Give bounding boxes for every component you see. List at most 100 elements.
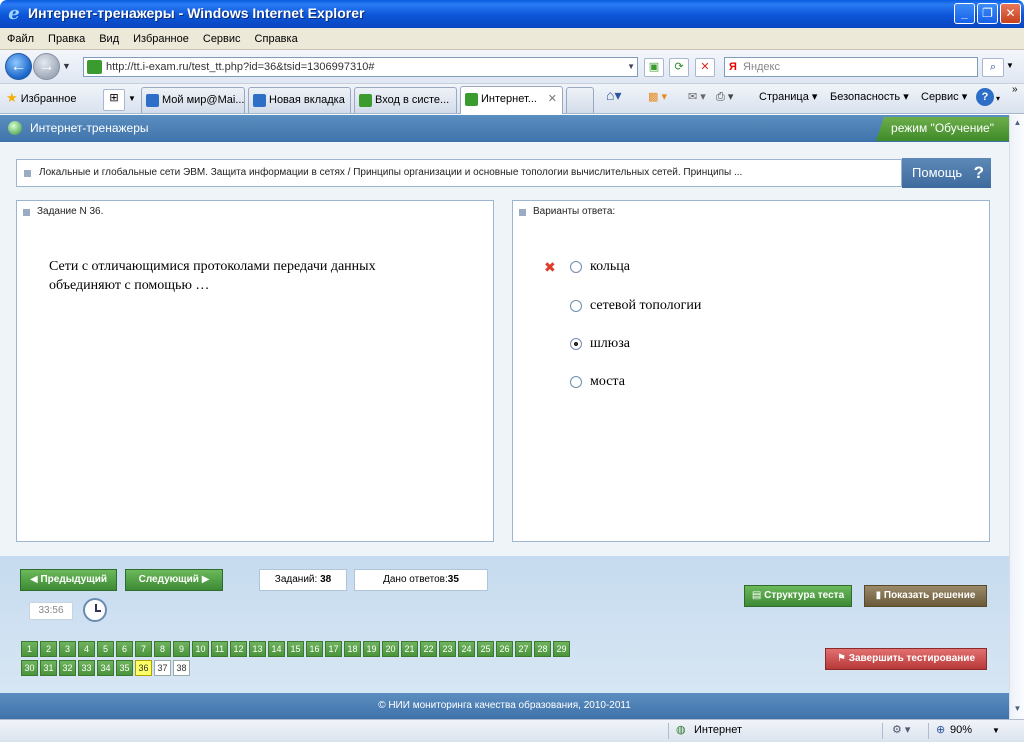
- maximize-button[interactable]: ❐: [977, 3, 998, 24]
- next-button[interactable]: Следующий ▶: [125, 569, 223, 591]
- back-button[interactable]: ←: [5, 53, 32, 80]
- question-number-5[interactable]: 5: [97, 641, 114, 657]
- question-number-36[interactable]: 36: [135, 660, 152, 676]
- question-number-37[interactable]: 37: [154, 660, 171, 676]
- question-number-24[interactable]: 24: [458, 641, 475, 657]
- forward-button[interactable]: →: [33, 53, 60, 80]
- help-icon[interactable]: ?: [976, 88, 994, 106]
- print-icon[interactable]: ⎙ ▾: [716, 90, 733, 104]
- solution-label: Показать решение: [883, 590, 976, 601]
- question-number-17[interactable]: 17: [325, 641, 342, 657]
- question-number-29[interactable]: 29: [553, 641, 570, 657]
- answer-option-4[interactable]: моста: [568, 372, 625, 392]
- feeds-icon[interactable]: ▩ ▾: [648, 90, 667, 103]
- zoom-level[interactable]: 90%: [950, 720, 972, 741]
- show-solution-button[interactable]: ▮ Показать решение: [864, 585, 987, 607]
- address-input[interactable]: http://tt.i-exam.ru/test_tt.php?id=36&ts…: [83, 57, 638, 77]
- refresh-icon[interactable]: ⟳: [669, 58, 689, 77]
- question-number-18[interactable]: 18: [344, 641, 361, 657]
- answer-option-3[interactable]: шлюза: [568, 334, 630, 354]
- prev-button[interactable]: ◀ Предыдущий: [20, 569, 117, 591]
- question-number-23[interactable]: 23: [439, 641, 456, 657]
- question-number-34[interactable]: 34: [97, 660, 114, 676]
- tab-my-world[interactable]: Мой мир@Mai...: [141, 87, 245, 113]
- tab-new[interactable]: Новая вкладка: [248, 87, 351, 113]
- question-number-4[interactable]: 4: [78, 641, 95, 657]
- answer-option-1[interactable]: кольца: [568, 257, 630, 277]
- menu-edit[interactable]: Правка: [41, 28, 92, 50]
- quick-tabs-icon[interactable]: ⊞: [103, 89, 125, 111]
- question-number-30[interactable]: 30: [21, 660, 38, 676]
- question-number-2[interactable]: 2: [40, 641, 57, 657]
- tab-internet-active[interactable]: Интернет... ✕: [460, 86, 563, 114]
- question-number-7[interactable]: 7: [135, 641, 152, 657]
- history-dropdown-icon[interactable]: ▼: [62, 61, 71, 71]
- question-number-33[interactable]: 33: [78, 660, 95, 676]
- question-number-9[interactable]: 9: [173, 641, 190, 657]
- close-button[interactable]: ✕: [1000, 3, 1021, 24]
- menu-favorites[interactable]: Избранное: [126, 28, 196, 50]
- radio-button[interactable]: [570, 300, 582, 312]
- radio-button[interactable]: [570, 261, 582, 273]
- finish-test-button[interactable]: ⚑ Завершить тестирование: [825, 648, 987, 670]
- question-number-27[interactable]: 27: [515, 641, 532, 657]
- radio-button[interactable]: [570, 376, 582, 388]
- scroll-up-icon[interactable]: ▲: [1012, 118, 1023, 130]
- question-number-16[interactable]: 16: [306, 641, 323, 657]
- question-number-1[interactable]: 1: [21, 641, 38, 657]
- search-icon[interactable]: ⌕: [982, 58, 1004, 77]
- search-input[interactable]: Я Яндекс: [724, 57, 978, 77]
- tab-login[interactable]: Вход в систе...: [354, 87, 457, 113]
- question-number-12[interactable]: 12: [230, 641, 247, 657]
- test-structure-button[interactable]: ▤ Структура теста: [744, 585, 852, 607]
- search-options-icon[interactable]: ▼: [1006, 61, 1014, 70]
- security-menu[interactable]: Безопасность ▾: [830, 90, 909, 103]
- mail-icon[interactable]: ✉ ▾: [688, 90, 706, 103]
- list-icon: ▤: [751, 590, 762, 601]
- help-dropdown-icon[interactable]: ▾: [996, 94, 1000, 103]
- question-number-21[interactable]: 21: [401, 641, 418, 657]
- question-number-13[interactable]: 13: [249, 641, 266, 657]
- question-number-26[interactable]: 26: [496, 641, 513, 657]
- scroll-down-icon[interactable]: ▼: [1012, 704, 1023, 716]
- zoom-dropdown-icon[interactable]: ▼: [992, 720, 1000, 741]
- question-number-20[interactable]: 20: [382, 641, 399, 657]
- menu-tools[interactable]: Сервис: [196, 28, 248, 50]
- stop-icon[interactable]: ✕: [695, 58, 715, 77]
- question-number-25[interactable]: 25: [477, 641, 494, 657]
- question-number-11[interactable]: 11: [211, 641, 228, 657]
- vertical-scrollbar[interactable]: ▲ ▼: [1009, 115, 1024, 719]
- protected-mode-icon[interactable]: ⚙ ▾: [892, 720, 910, 741]
- close-tab-icon[interactable]: ✕: [548, 87, 557, 111]
- tools-menu[interactable]: Сервис ▾: [921, 90, 967, 103]
- compatibility-icon[interactable]: ▣: [644, 58, 664, 77]
- favorites-button[interactable]: ★ Избранное: [6, 90, 76, 106]
- tab-list-icon[interactable]: ▼: [128, 94, 136, 103]
- question-number-31[interactable]: 31: [40, 660, 57, 676]
- home-icon[interactable]: ⌂▾: [606, 87, 621, 104]
- help-button[interactable]: Помощь ?: [902, 158, 991, 188]
- question-number-15[interactable]: 15: [287, 641, 304, 657]
- question-number-6[interactable]: 6: [116, 641, 133, 657]
- question-number-32[interactable]: 32: [59, 660, 76, 676]
- menu-view[interactable]: Вид: [92, 28, 126, 50]
- menu-help[interactable]: Справка: [248, 28, 305, 50]
- question-number-19[interactable]: 19: [363, 641, 380, 657]
- question-number-8[interactable]: 8: [154, 641, 171, 657]
- answer-option-2[interactable]: сетевой топологии: [568, 296, 701, 316]
- minimize-button[interactable]: _: [954, 3, 975, 24]
- chevron-icon[interactable]: »: [1012, 84, 1018, 95]
- radio-button-selected[interactable]: [570, 338, 582, 350]
- question-number-35[interactable]: 35: [116, 660, 133, 676]
- question-number-3[interactable]: 3: [59, 641, 76, 657]
- question-number-14[interactable]: 14: [268, 641, 285, 657]
- question-number-28[interactable]: 28: [534, 641, 551, 657]
- page-menu[interactable]: Страница ▾: [759, 90, 817, 103]
- address-dropdown-icon[interactable]: ▼: [627, 58, 635, 76]
- question-number-38[interactable]: 38: [173, 660, 190, 676]
- question-number-10[interactable]: 10: [192, 641, 209, 657]
- menu-file[interactable]: Файл: [0, 28, 41, 50]
- new-tab-button[interactable]: [566, 87, 594, 113]
- question-number-22[interactable]: 22: [420, 641, 437, 657]
- app-header: Интернет-тренажеры режим "Обучение": [0, 115, 1009, 142]
